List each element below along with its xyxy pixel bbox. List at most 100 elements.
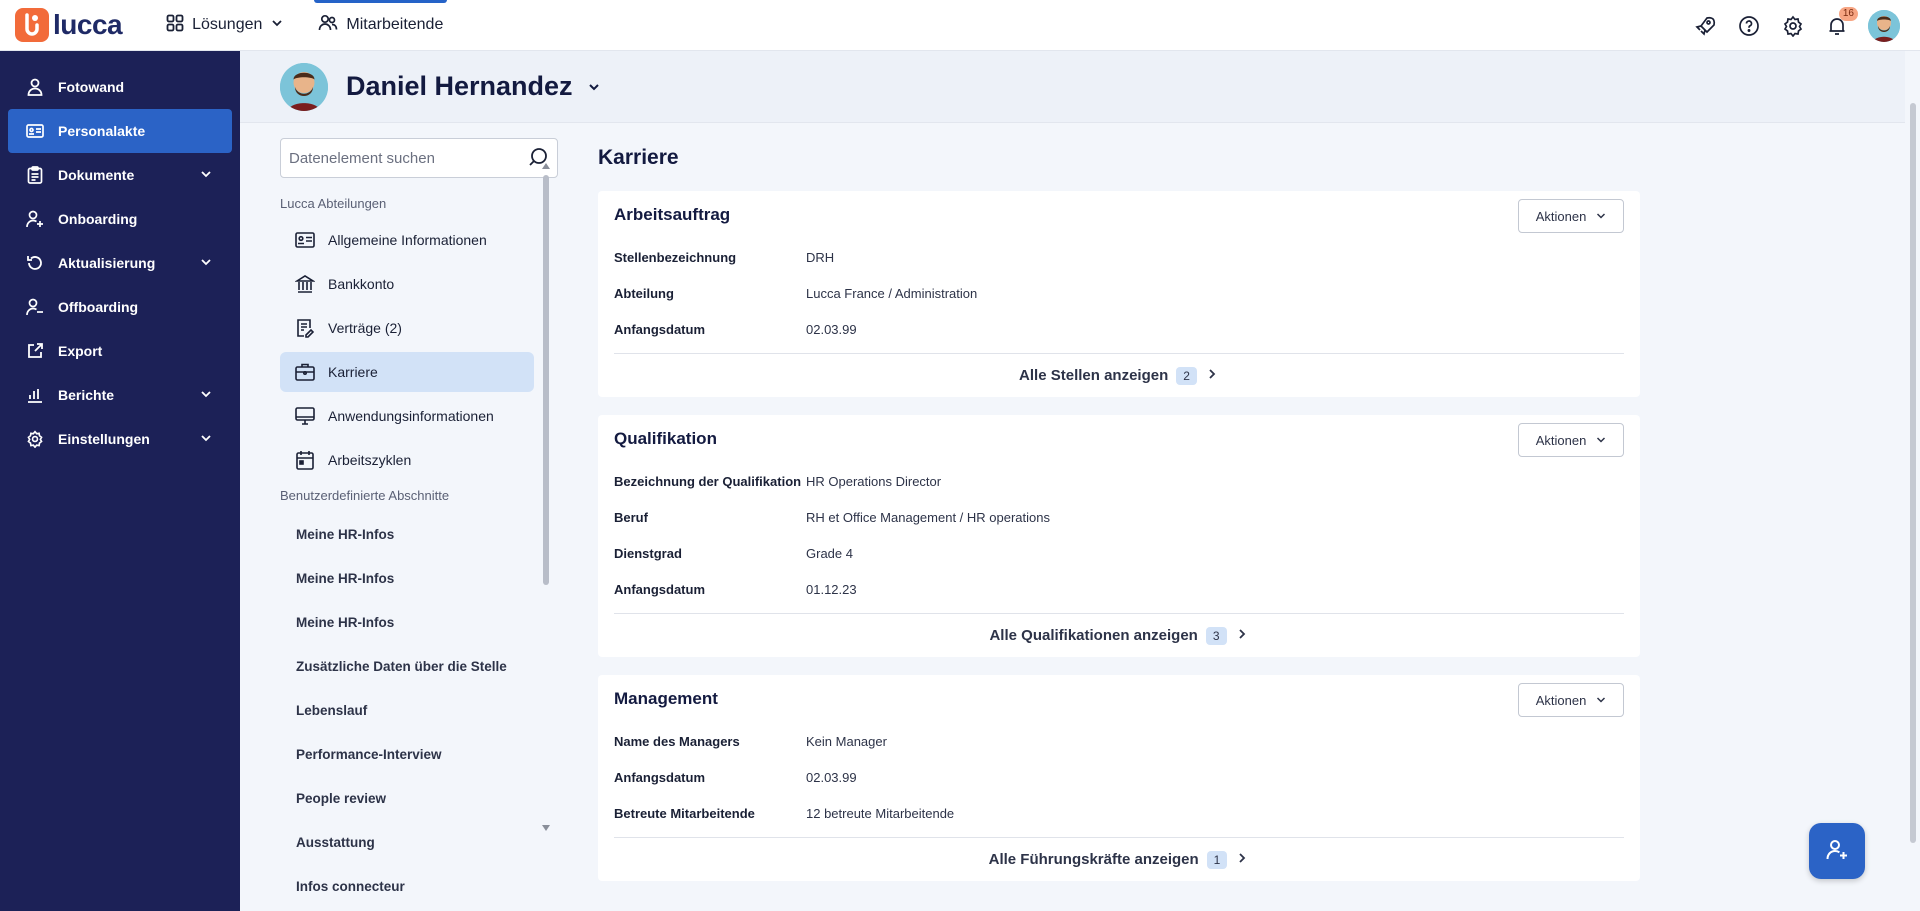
- footer-label: Alle Qualifikationen anzeigen: [989, 627, 1198, 644]
- page-scroll-thumb[interactable]: [1910, 103, 1916, 843]
- actions-button[interactable]: Aktionen: [1518, 423, 1624, 457]
- row-value: HR Operations Director: [806, 473, 942, 489]
- row-value: 02.03.99: [806, 769, 857, 785]
- row-value: DRH: [806, 249, 835, 265]
- bank-icon: [294, 273, 316, 295]
- profile-avatar: [280, 62, 328, 111]
- person-icon: [26, 78, 44, 96]
- info-row: Abteilung Lucca France / Administration: [614, 275, 1624, 311]
- show-all-managers-link[interactable]: Alle Führungskräfte anzeigen 1: [614, 837, 1624, 881]
- nav-item-performance-interview[interactable]: Performance-Interview: [280, 734, 534, 774]
- actions-button[interactable]: Aktionen: [1518, 199, 1624, 233]
- gear-icon[interactable]: [1780, 13, 1806, 39]
- nav-item-meine-hr-infos-1[interactable]: Meine HR-Infos: [280, 514, 534, 554]
- row-value: 02.03.99: [806, 321, 857, 337]
- nav-item-allgemeine-informationen[interactable]: Allgemeine Informationen: [280, 220, 534, 260]
- sidebar-item-dokumente[interactable]: Dokumente: [8, 153, 232, 197]
- actions-button[interactable]: Aktionen: [1518, 683, 1624, 717]
- nav-item-zusaetzliche-daten[interactable]: Zusätzliche Daten über die Stelle: [280, 646, 534, 686]
- row-label: Anfangsdatum: [614, 581, 705, 597]
- page-scrollbar[interactable]: [1905, 51, 1920, 911]
- notification-bell-icon[interactable]: 16: [1824, 6, 1858, 39]
- actions-label: Aktionen: [1535, 208, 1587, 224]
- briefcase-icon: [294, 361, 316, 383]
- bar-chart-icon: [26, 386, 44, 404]
- nav-item-meine-hr-infos-2[interactable]: Meine HR-Infos: [280, 558, 534, 598]
- nav-item-bankkonto[interactable]: Bankkonto: [280, 264, 534, 304]
- solutions-menu[interactable]: Lösungen: [152, 0, 298, 51]
- nav-item-karriere[interactable]: Karriere: [280, 352, 534, 392]
- card-title: Arbeitsauftrag: [614, 205, 731, 224]
- card-title: Qualifikation: [614, 429, 717, 448]
- calendar-icon: [294, 449, 316, 471]
- sidebar-item-aktualisierung[interactable]: Aktualisierung: [8, 241, 232, 285]
- nav-item-label: Bankkonto: [328, 276, 395, 292]
- nav-scrollbar[interactable]: [540, 163, 552, 831]
- notification-badge: 16: [1838, 6, 1858, 21]
- help-icon[interactable]: [1736, 13, 1762, 39]
- show-all-positions-link[interactable]: Alle Stellen anzeigen 2: [614, 353, 1624, 397]
- info-row: Anfangsdatum 01.12.23: [614, 571, 1624, 607]
- career-content: Karriere Arbeitsauftrag Aktionen Stellen…: [598, 138, 1640, 881]
- sidebar-item-offboarding[interactable]: Offboarding: [8, 285, 232, 329]
- employees-menu[interactable]: Mitarbeitende: [304, 0, 457, 51]
- chevron-right-icon: [1205, 367, 1219, 385]
- nav-item-label: Anwendungsinformationen: [328, 408, 494, 424]
- nav-scroll-thumb[interactable]: [543, 175, 549, 585]
- rocket-icon[interactable]: [1692, 13, 1718, 39]
- scroll-down-arrow-icon[interactable]: [542, 825, 550, 831]
- sidebar-item-berichte[interactable]: Berichte: [8, 373, 232, 417]
- nav-item-lebenslauf[interactable]: Lebenslauf: [280, 690, 534, 730]
- gear-icon: [26, 430, 44, 448]
- chevron-down-icon: [200, 255, 212, 271]
- chevron-down-icon: [1596, 209, 1606, 224]
- search-input[interactable]: [289, 149, 527, 167]
- grid-icon: [166, 14, 184, 37]
- row-value: Grade 4: [806, 545, 853, 561]
- sidebar-item-label: Dokumente: [58, 167, 135, 183]
- user-avatar[interactable]: [1868, 9, 1900, 42]
- nav-item-ausstattung[interactable]: Ausstattung: [280, 822, 534, 862]
- section-nav: Lucca Abteilungen Allgemeine Information…: [280, 138, 560, 911]
- info-row: Name des Managers Kein Manager: [614, 723, 1624, 759]
- person-add-icon: [1825, 838, 1849, 865]
- external-link-icon: [26, 342, 44, 360]
- chevron-down-icon: [200, 387, 212, 403]
- nav-item-anwendungsinformationen[interactable]: Anwendungsinformationen: [280, 396, 534, 436]
- card-management: Management Aktionen Name des Managers Kei…: [598, 675, 1640, 881]
- sidebar-item-personalakte[interactable]: Personalakte: [8, 109, 232, 153]
- sidebar-item-fotowand[interactable]: Fotowand: [8, 65, 232, 109]
- lucca-logo[interactable]: lucca: [15, 7, 123, 43]
- chevron-down-icon[interactable]: [587, 80, 601, 94]
- nav-item-infos-connecteur[interactable]: Infos connecteur: [280, 866, 534, 906]
- scroll-up-arrow-icon[interactable]: [542, 163, 550, 169]
- row-label: Bezeichnung der Qualifikation: [614, 473, 802, 489]
- nav-group-title: Lucca Abteilungen: [280, 196, 387, 211]
- sidebar-item-export[interactable]: Export: [8, 329, 232, 373]
- chevron-down-icon: [200, 431, 212, 447]
- main-area: Daniel Hernandez Lucca Abteilungen Allge…: [240, 51, 1905, 911]
- sidebar-item-einstellungen[interactable]: Einstellungen: [8, 417, 232, 461]
- nav-item-people-review[interactable]: People review: [280, 778, 534, 818]
- nav-item-vertraege[interactable]: Verträge (2): [280, 308, 534, 348]
- person-remove-icon: [26, 298, 44, 316]
- row-value: 01.12.23: [806, 581, 857, 597]
- clipboard-icon: [26, 166, 44, 184]
- row-label: Anfangsdatum: [614, 769, 705, 785]
- sidebar-item-label: Personalakte: [58, 123, 146, 139]
- count-badge: 3: [1205, 626, 1227, 645]
- row-label: Anfangsdatum: [614, 321, 705, 337]
- people-icon: [318, 14, 338, 37]
- chevron-down-icon: [270, 16, 284, 35]
- nav-item-arbeitszyklen[interactable]: Arbeitszyklen: [280, 440, 534, 480]
- sidebar-item-onboarding[interactable]: Onboarding: [8, 197, 232, 241]
- employees-label: Mitarbeitende: [346, 16, 444, 33]
- add-employee-button[interactable]: [1809, 823, 1865, 879]
- show-all-qualifications-link[interactable]: Alle Qualifikationen anzeigen 3: [614, 613, 1624, 657]
- sidebar-item-label: Onboarding: [58, 211, 138, 227]
- row-label: Stellenbezeichnung: [614, 249, 737, 265]
- logo-text: lucca: [53, 9, 123, 40]
- nav-item-label: Allgemeine Informationen: [328, 232, 487, 248]
- card-title: Management: [614, 689, 718, 708]
- nav-item-meine-hr-infos-3[interactable]: Meine HR-Infos: [280, 602, 534, 642]
